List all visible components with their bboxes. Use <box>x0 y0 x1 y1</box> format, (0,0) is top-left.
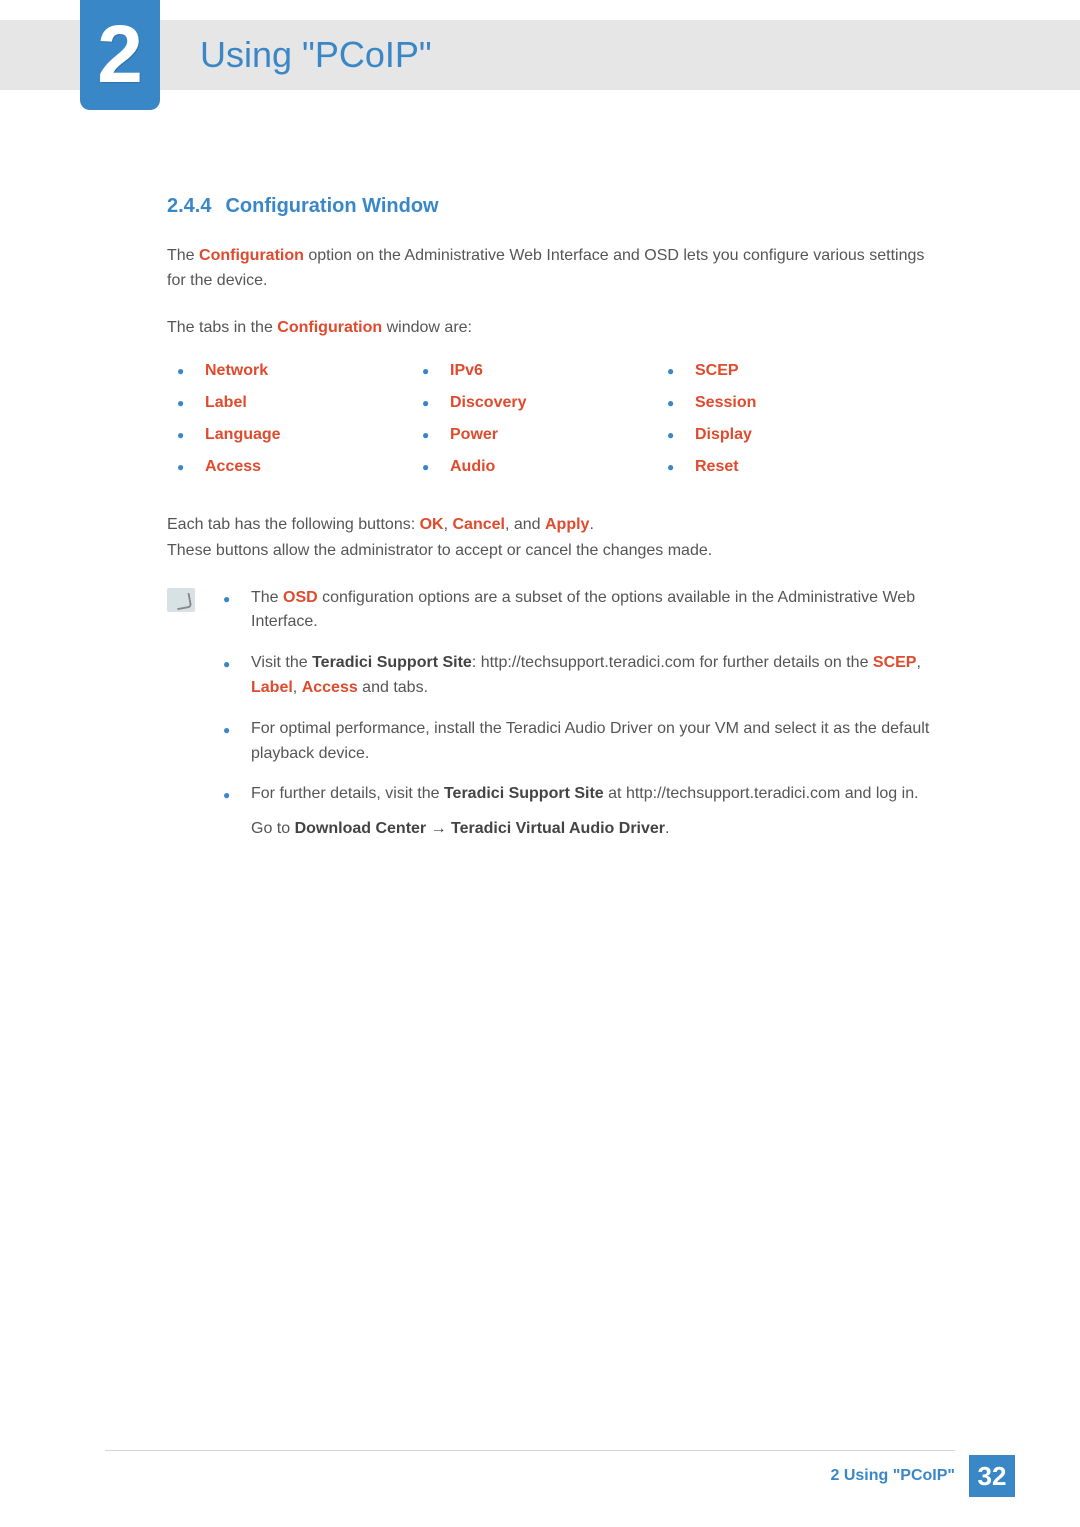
keyword-label: Label <box>251 679 293 696</box>
button-name-cancel: Cancel <box>453 516 505 533</box>
section-title: Configuration Window <box>225 195 438 217</box>
tab-label: Display <box>695 426 752 444</box>
tab-item: ●IPv6 <box>412 362 657 380</box>
tab-item: ●Reset <box>657 458 902 476</box>
note-text: For optimal performance, install the Ter… <box>251 717 947 767</box>
bullet-icon: ● <box>213 586 251 609</box>
tab-item: ●Audio <box>412 458 657 476</box>
content-area: 2.4.4 Configuration Window The Configurat… <box>167 195 947 858</box>
header-title: Using "PCoIP" <box>200 34 432 76</box>
note-item: ● Visit the Teradici Support Site: http:… <box>213 651 947 701</box>
section-heading: 2.4.4 Configuration Window <box>167 195 947 218</box>
tab-item: ●SCEP <box>657 362 902 380</box>
section-number: 2.4.4 <box>167 195 211 217</box>
bullet-icon: ● <box>657 428 695 442</box>
footer-page-number: 32 <box>969 1455 1015 1497</box>
bullet-icon: ● <box>412 396 450 410</box>
bullet-icon: ● <box>167 364 205 378</box>
tab-label: Reset <box>695 458 739 476</box>
bullet-icon: ● <box>657 364 695 378</box>
keyword-access: Access <box>302 679 358 696</box>
keyword-download-center: Download Center <box>295 820 427 837</box>
tab-item: ●Language <box>167 426 412 444</box>
note-item: ● For further details, visit the Teradic… <box>213 782 947 842</box>
intro-paragraph-2: The tabs in the Configuration window are… <box>167 316 947 341</box>
tab-label: Audio <box>450 458 495 476</box>
note-block: ● The OSD configuration options are a su… <box>167 586 947 858</box>
tab-item: ●Network <box>167 362 412 380</box>
tabs-column-2: ●IPv6 ●Discovery ●Power ●Audio <box>412 362 657 490</box>
tab-item: ●Label <box>167 394 412 412</box>
footer-text: 2 Using "PCoIP" <box>830 1467 955 1485</box>
tab-item: ●Display <box>657 426 902 444</box>
chapter-badge: 2 <box>80 0 160 110</box>
footer-divider <box>105 1450 955 1451</box>
bullet-icon: ● <box>167 460 205 474</box>
tab-label: Power <box>450 426 498 444</box>
tab-label: Session <box>695 394 756 412</box>
note-item: ● The OSD configuration options are a su… <box>213 586 947 636</box>
tab-item: ●Session <box>657 394 902 412</box>
tabs-column-3: ●SCEP ●Session ●Display ●Reset <box>657 362 902 490</box>
keyword-teradici-audio-driver: Teradici Virtual Audio Driver <box>451 820 665 837</box>
keyword-configuration: Configuration <box>277 319 382 336</box>
keyword-teradici-support: Teradici Support Site <box>444 785 604 802</box>
bullet-icon: ● <box>213 651 251 674</box>
bullet-icon: ● <box>412 428 450 442</box>
bullet-icon: ● <box>412 460 450 474</box>
tab-item: ●Access <box>167 458 412 476</box>
intro-paragraph-1: The Configuration option on the Administ… <box>167 244 947 294</box>
note-icon <box>167 588 195 612</box>
arrow-right-icon: → <box>426 820 451 837</box>
keyword-teradici-support: Teradici Support Site <box>312 654 472 671</box>
button-name-apply: Apply <box>545 516 589 533</box>
tab-item: ●Power <box>412 426 657 444</box>
buttons-paragraph: Each tab has the following buttons: OK, … <box>167 512 947 563</box>
bullet-icon: ● <box>167 396 205 410</box>
note-item: ● For optimal performance, install the T… <box>213 717 947 767</box>
tab-label: Network <box>205 362 268 380</box>
note-subline: Go to Download Center → Teradici Virtual… <box>251 817 947 842</box>
tabs-column-1: ●Network ●Label ●Language ●Access <box>167 362 412 490</box>
tab-label: Access <box>205 458 261 476</box>
tab-label: IPv6 <box>450 362 483 380</box>
bullet-icon: ● <box>213 782 251 805</box>
bullet-icon: ● <box>213 717 251 740</box>
bullet-icon: ● <box>657 396 695 410</box>
bullet-icon: ● <box>657 460 695 474</box>
bullet-icon: ● <box>412 364 450 378</box>
footer: 2 Using "PCoIP" 32 <box>830 1455 1015 1497</box>
button-name-ok: OK <box>420 516 444 533</box>
tab-label: Language <box>205 426 281 444</box>
tab-label: SCEP <box>695 362 739 380</box>
tab-item: ●Discovery <box>412 394 657 412</box>
chapter-number: 2 <box>97 8 143 102</box>
header-bar <box>0 20 1080 90</box>
note-list: ● The OSD configuration options are a su… <box>213 586 947 858</box>
keyword-configuration: Configuration <box>199 247 304 264</box>
tab-label: Discovery <box>450 394 527 412</box>
tab-label: Label <box>205 394 247 412</box>
bullet-icon: ● <box>167 428 205 442</box>
tabs-list: ●Network ●Label ●Language ●Access ●IPv6 … <box>167 362 947 490</box>
keyword-osd: OSD <box>283 589 318 606</box>
keyword-scep: SCEP <box>873 654 917 671</box>
